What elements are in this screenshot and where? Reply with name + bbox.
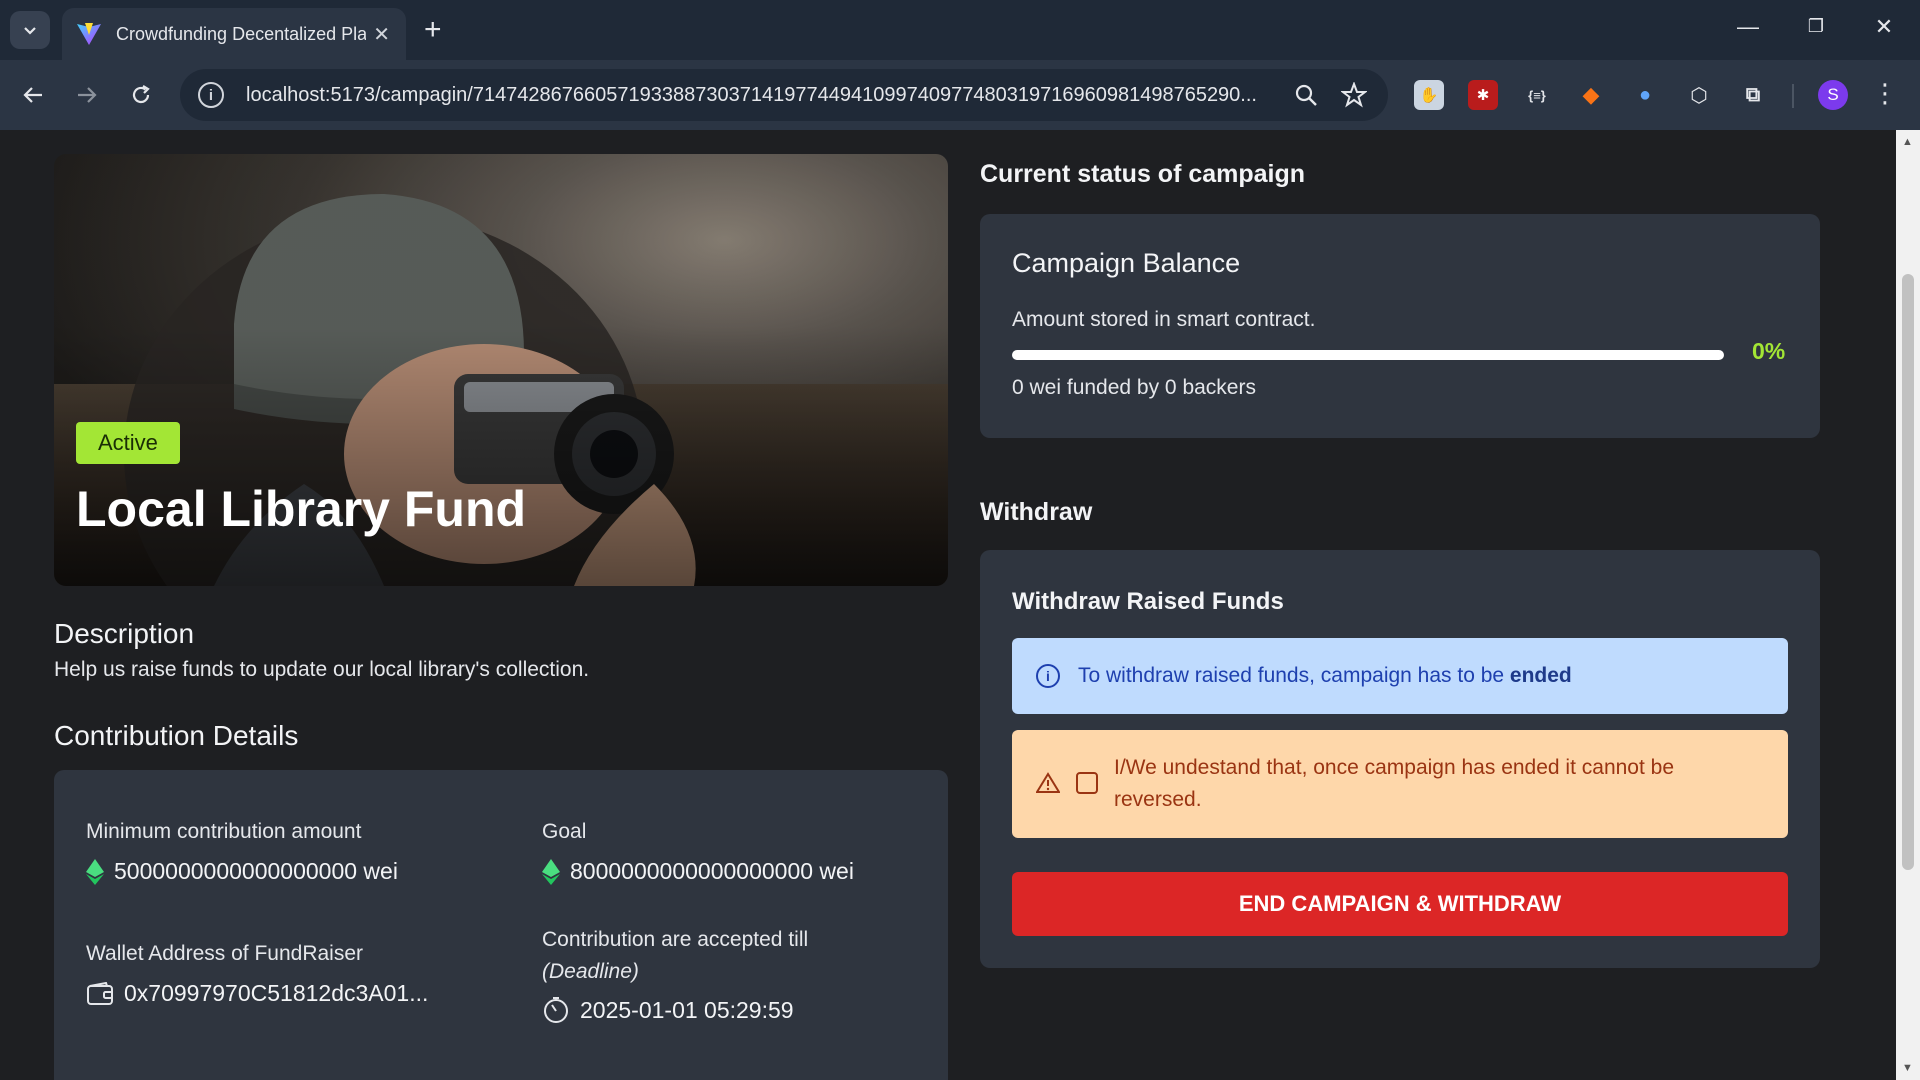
scroll-thumb[interactable] bbox=[1902, 274, 1914, 870]
withdraw-info-text: To withdraw raised funds, campaign has t… bbox=[1078, 664, 1572, 688]
wallet-address[interactable]: 0x70997970C51812dc3A01... bbox=[124, 980, 428, 1007]
tab-title: Crowdfunding Decentalized Pla bbox=[116, 23, 366, 44]
browser-tab[interactable]: Crowdfunding Decentalized Pla ✕ bbox=[62, 8, 406, 60]
reload-icon bbox=[132, 85, 150, 104]
profile-avatar[interactable]: S bbox=[1818, 80, 1848, 110]
wallet-address-label: Wallet Address of FundRaiser bbox=[86, 942, 364, 965]
balance-subtitle: Amount stored in smart contract. bbox=[1012, 308, 1316, 331]
toolbar-divider bbox=[1792, 84, 1794, 108]
extensions-puzzle-icon[interactable]: ⧉ bbox=[1738, 80, 1768, 110]
contribution-heading: Contribution Details bbox=[54, 720, 299, 751]
acknowledge-text: I/We undestand that, once campaign has e… bbox=[1114, 756, 1675, 811]
extension-braces-icon[interactable]: {≡} bbox=[1522, 80, 1552, 110]
page-scrollbar[interactable]: ▲ ▼ bbox=[1896, 130, 1920, 1080]
timer-icon bbox=[542, 996, 570, 1024]
acknowledge-checkbox[interactable] bbox=[1076, 772, 1098, 794]
deadline-sublabel: (Deadline) bbox=[542, 960, 639, 983]
withdraw-info-alert: i To withdraw raised funds, campaign has… bbox=[1012, 638, 1788, 714]
goal-amount: 8000000000000000000 wei bbox=[570, 858, 854, 884]
goal-label: Goal bbox=[542, 820, 587, 843]
warning-triangle-icon bbox=[1035, 772, 1061, 799]
extension-bug-icon[interactable]: ✱ bbox=[1468, 80, 1498, 110]
browser-tab-bar: Crowdfunding Decentalized Pla ✕ + — ❐ ✕ bbox=[0, 0, 1920, 60]
min-contribution-label: Minimum contribution amount bbox=[86, 820, 362, 843]
chevron-down-icon bbox=[24, 27, 36, 35]
extension-globe-icon[interactable]: ● bbox=[1630, 80, 1660, 110]
funding-progress-bar bbox=[1012, 350, 1724, 360]
funded-summary: 0 wei funded by 0 backers bbox=[1012, 376, 1256, 399]
new-tab-button[interactable]: + bbox=[424, 12, 442, 48]
campaign-title: Local Library Fund bbox=[76, 481, 527, 537]
minimize-icon[interactable]: — bbox=[1728, 14, 1768, 40]
description-text: Help us raise funds to update our local … bbox=[54, 658, 590, 681]
deadline-value: 2025-01-01 05:29:59 bbox=[542, 996, 794, 1024]
zoom-icon[interactable] bbox=[1292, 81, 1320, 109]
ethereum-icon bbox=[86, 858, 104, 885]
browser-toolbar: i localhost:5173/campagin/71474286766057… bbox=[0, 60, 1920, 130]
status-heading: Current status of campaign bbox=[980, 160, 1306, 188]
goal-value: 8000000000000000000 wei bbox=[542, 858, 854, 885]
funding-progress-percent: 0% bbox=[1752, 338, 1786, 364]
back-button[interactable] bbox=[16, 78, 50, 112]
close-icon[interactable]: ✕ bbox=[373, 22, 390, 47]
extension-hand-icon[interactable]: ✋ bbox=[1414, 80, 1444, 110]
browser-menu-icon[interactable]: ⋮ bbox=[1872, 78, 1898, 109]
forward-button[interactable] bbox=[70, 78, 104, 112]
window-close-icon[interactable]: ✕ bbox=[1864, 14, 1904, 40]
min-contribution-amount: 5000000000000000000 wei bbox=[114, 858, 398, 884]
withdraw-heading: Withdraw bbox=[980, 498, 1093, 526]
url-text[interactable]: localhost:5173/campagin/7147428676605719… bbox=[246, 84, 1286, 107]
tab-search-button[interactable] bbox=[10, 11, 50, 49]
metamask-fox-icon[interactable]: ◆ bbox=[1576, 80, 1606, 110]
campaign-hero-image: Active Local Library Fund bbox=[54, 154, 948, 586]
scroll-up-arrow-icon[interactable]: ▲ bbox=[1902, 136, 1913, 148]
campaign-balance-card: Campaign Balance Amount stored in smart … bbox=[980, 214, 1820, 438]
withdraw-card: Withdraw Raised Funds i To withdraw rais… bbox=[980, 550, 1820, 968]
status-badge: Active bbox=[76, 422, 180, 464]
info-text-bold: ended bbox=[1509, 664, 1572, 687]
withdraw-warning-alert: I/We undestand that, once campaign has e… bbox=[1012, 730, 1788, 838]
deadline-datetime: 2025-01-01 05:29:59 bbox=[580, 996, 794, 1023]
reload-button[interactable] bbox=[124, 78, 158, 112]
description-heading: Description bbox=[54, 618, 195, 649]
withdraw-card-title: Withdraw Raised Funds bbox=[1012, 588, 1284, 615]
arrow-right-icon bbox=[78, 87, 97, 103]
campaign-page: Active Local Library Fund Description He… bbox=[0, 130, 1896, 1080]
vite-icon bbox=[77, 23, 101, 45]
scroll-down-arrow-icon[interactable]: ▼ bbox=[1902, 1062, 1913, 1074]
contribution-details-card: Minimum contribution amount 500000000000… bbox=[54, 770, 948, 1080]
end-campaign-withdraw-button[interactable]: END CAMPAIGN & WITHDRAW bbox=[1012, 872, 1788, 936]
site-info-icon[interactable]: i bbox=[198, 82, 224, 108]
address-bar[interactable]: i localhost:5173/campagin/71474286766057… bbox=[180, 69, 1388, 121]
min-contribution-value: 5000000000000000000 wei bbox=[86, 858, 398, 885]
arrow-left-icon bbox=[23, 87, 42, 103]
wallet-icon bbox=[86, 981, 114, 1006]
wallet-address-value: 0x70997970C51812dc3A01... bbox=[86, 980, 428, 1007]
restore-icon[interactable]: ❐ bbox=[1796, 16, 1836, 37]
ethereum-icon bbox=[542, 858, 560, 885]
deadline-label: Contribution are accepted till bbox=[542, 928, 809, 951]
balance-title: Campaign Balance bbox=[1012, 248, 1241, 278]
info-icon: i bbox=[1036, 664, 1060, 688]
extension-cube-icon[interactable]: ⬡ bbox=[1684, 80, 1714, 110]
bookmark-star-icon[interactable] bbox=[1340, 81, 1368, 109]
info-text-prefix: To withdraw raised funds, campaign has t… bbox=[1078, 664, 1505, 687]
